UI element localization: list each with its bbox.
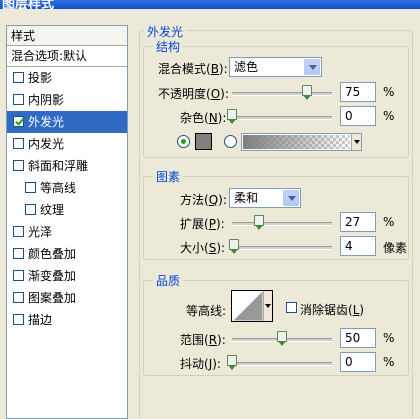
effect-checkbox[interactable] xyxy=(13,226,24,237)
solid-color-radio[interactable] xyxy=(177,135,190,148)
size-unit: 像素 xyxy=(383,241,408,255)
anti-alias-label[interactable]: 消除锯齿(L) xyxy=(300,301,364,318)
effect-label: 光泽 xyxy=(28,225,53,239)
elements-title: 图素 xyxy=(153,168,184,185)
chevron-down-icon xyxy=(283,190,299,206)
noise-label: 杂色(N): xyxy=(180,111,227,125)
blend-mode-label: 混合模式(B): xyxy=(158,62,228,76)
window-title: 图层样式 xyxy=(2,0,55,9)
blend-options-item[interactable]: 混合选项:默认 xyxy=(7,46,127,67)
effect-label: 描边 xyxy=(28,313,53,327)
effect-checkbox[interactable] xyxy=(13,270,24,281)
glow-color-swatch[interactable] xyxy=(195,133,212,150)
size-label: 大小(S): xyxy=(180,241,226,255)
effect-label: 内发光 xyxy=(28,137,65,151)
technique-label: 方法(Q): xyxy=(180,193,227,207)
effect-label: 外发光 xyxy=(28,115,65,129)
range-label: 范围(R): xyxy=(180,333,226,347)
contour-label: 等高线: xyxy=(186,304,227,318)
effect-checkbox[interactable] xyxy=(25,204,36,215)
chevron-down-icon xyxy=(265,304,271,308)
jitter-slider[interactable] xyxy=(232,362,332,366)
noise-field[interactable]: 0 xyxy=(340,106,376,126)
effect-item[interactable]: 外发光 xyxy=(7,111,127,133)
size-field[interactable]: 4 xyxy=(340,236,376,256)
size-slider[interactable] xyxy=(232,246,332,250)
effect-label: 图案叠加 xyxy=(28,291,77,305)
structure-title: 结构 xyxy=(153,38,184,55)
effect-label: 斜面和浮雕 xyxy=(28,159,89,173)
effect-item[interactable]: 光泽 xyxy=(7,221,127,243)
effect-item[interactable]: 图案叠加 xyxy=(7,287,127,309)
effect-item[interactable]: 等高线 xyxy=(7,177,127,199)
effect-label: 内阴影 xyxy=(28,93,65,107)
opacity-slider[interactable] xyxy=(232,92,332,96)
effect-label: 等高线 xyxy=(40,181,77,195)
jitter-label: 抖动(J): xyxy=(180,357,221,371)
spread-slider-thumb[interactable] xyxy=(254,215,264,230)
noise-slider-thumb[interactable] xyxy=(227,109,237,124)
jitter-slider-thumb[interactable] xyxy=(227,355,237,370)
effect-label: 纹理 xyxy=(40,203,65,217)
range-unit: % xyxy=(383,331,395,345)
styles-list: 样式 混合选项:默认 投影内阴影外发光内发光斜面和浮雕等高线纹理光泽颜色叠加渐变… xyxy=(6,25,128,419)
effect-checkbox[interactable] xyxy=(13,292,24,303)
contour-dropdown[interactable] xyxy=(263,291,272,321)
effect-item[interactable]: 纹理 xyxy=(7,199,127,221)
effect-checkbox[interactable] xyxy=(13,116,24,127)
effect-checkbox[interactable] xyxy=(13,72,24,83)
effect-checkbox[interactable] xyxy=(13,138,24,149)
blend-mode-value: 滤色 xyxy=(234,60,259,74)
contour-curve-icon xyxy=(233,291,263,321)
effect-checkbox[interactable] xyxy=(13,94,24,105)
effect-item[interactable]: 投影 xyxy=(7,67,127,89)
noise-unit: % xyxy=(383,109,395,123)
chevron-down-icon xyxy=(354,140,360,144)
effect-checkbox[interactable] xyxy=(13,248,24,259)
effect-checkbox[interactable] xyxy=(13,314,24,325)
effect-item[interactable]: 斜面和浮雕 xyxy=(7,155,127,177)
range-slider-thumb[interactable] xyxy=(277,331,287,346)
effect-item[interactable]: 颜色叠加 xyxy=(7,243,127,265)
effect-label: 颜色叠加 xyxy=(28,247,77,261)
gradient-dropdown[interactable] xyxy=(351,134,361,150)
effect-item[interactable]: 描边 xyxy=(7,309,127,331)
gradient-preview xyxy=(243,135,350,149)
effect-item[interactable]: 渐变叠加 xyxy=(7,265,127,287)
effect-item[interactable]: 内阴影 xyxy=(7,89,127,111)
chevron-down-icon xyxy=(304,59,320,75)
effect-item[interactable]: 内发光 xyxy=(7,133,127,155)
effect-checkbox[interactable] xyxy=(13,160,24,171)
spread-slider[interactable] xyxy=(232,222,332,226)
range-field[interactable]: 50 xyxy=(340,328,376,348)
contour-picker[interactable] xyxy=(231,290,273,322)
window-titlebar: 图层样式 xyxy=(0,0,420,9)
size-slider-thumb[interactable] xyxy=(229,239,239,254)
anti-alias-checkbox[interactable] xyxy=(286,302,297,313)
gradient-picker[interactable] xyxy=(241,133,362,151)
effects-list: 投影内阴影外发光内发光斜面和浮雕等高线纹理光泽颜色叠加渐变叠加图案叠加描边 xyxy=(7,67,127,331)
technique-select[interactable]: 柔和 xyxy=(229,188,301,208)
opacity-field[interactable]: 75 xyxy=(340,82,376,102)
technique-value: 柔和 xyxy=(234,191,259,205)
blend-mode-select[interactable]: 滤色 xyxy=(229,57,322,77)
spread-field[interactable]: 27 xyxy=(340,212,376,232)
quality-title: 品质 xyxy=(153,272,184,289)
spread-unit: % xyxy=(383,215,395,229)
jitter-unit: % xyxy=(383,355,395,369)
effect-label: 投影 xyxy=(28,71,53,85)
effect-label: 渐变叠加 xyxy=(28,269,77,283)
opacity-slider-thumb[interactable] xyxy=(302,85,312,100)
gradient-radio[interactable] xyxy=(224,135,237,148)
spread-label: 扩展(P): xyxy=(180,217,225,231)
opacity-label: 不透明度(O): xyxy=(158,87,229,101)
effect-checkbox[interactable] xyxy=(25,182,36,193)
noise-slider[interactable] xyxy=(232,116,332,120)
jitter-field[interactable]: 0 xyxy=(340,352,376,372)
opacity-unit: % xyxy=(383,85,395,99)
styles-header[interactable]: 样式 xyxy=(7,26,127,46)
